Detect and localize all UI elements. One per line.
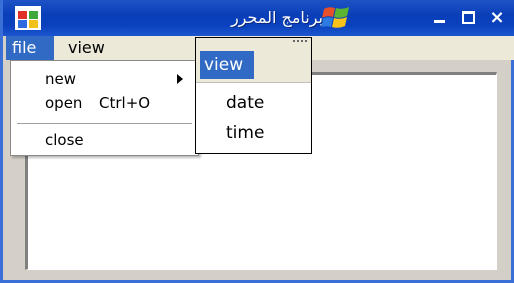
minimize-icon [433, 20, 445, 23]
close-button[interactable]: × [484, 5, 510, 31]
menu-item-open[interactable]: open Ctrl+O [11, 91, 198, 115]
close-icon: × [489, 7, 505, 28]
submenu-arrow-icon [177, 74, 183, 84]
toolbar-grip[interactable] [196, 38, 311, 48]
menu-item-label: close [45, 131, 84, 149]
menu-view[interactable]: view [60, 36, 120, 60]
menu-separator [17, 123, 192, 124]
app-icon[interactable] [15, 6, 41, 30]
view-header-strip: view [196, 48, 311, 83]
menu-item-shortcut: Ctrl+O [99, 94, 151, 112]
maximize-button[interactable] [455, 5, 481, 31]
window-title: برنامج المحرر [230, 8, 323, 27]
title-bar[interactable]: برنامج المحرر × [3, 0, 514, 36]
view-floating-toolbar: view date time [195, 37, 312, 154]
view-header-button[interactable]: view [200, 51, 254, 79]
menu-file[interactable]: file [6, 36, 54, 60]
grip-dots-icon [293, 40, 307, 46]
view-option-time[interactable]: time [226, 120, 264, 146]
minimize-button[interactable] [426, 5, 452, 31]
view-option-date[interactable]: date [226, 90, 264, 116]
menu-item-close[interactable]: close [11, 128, 198, 152]
maximize-icon [461, 11, 475, 24]
menu-item-label: open [45, 94, 83, 112]
menu-item-new[interactable]: new [11, 67, 198, 91]
windows-logo-icon [321, 7, 349, 28]
menu-item-label: new [45, 70, 77, 88]
file-dropdown-menu: new open Ctrl+O close [10, 60, 199, 156]
